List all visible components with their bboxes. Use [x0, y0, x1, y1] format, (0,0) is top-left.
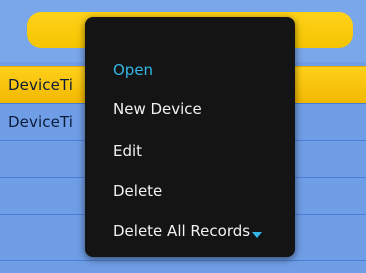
menu-item-delete[interactable]: Delete — [113, 182, 162, 200]
triangle-down-icon — [252, 232, 263, 238]
menu-item-open[interactable]: Open — [113, 61, 153, 79]
menu-item-label: Delete All Records — [113, 222, 251, 240]
list-divider — [0, 260, 366, 261]
menu-item-edit[interactable]: Edit — [113, 142, 142, 160]
app-screen: DeviceTi DeviceTi Open New Device Edit D… — [0, 0, 366, 273]
context-menu: Open New Device Edit Delete Delete All R… — [85, 17, 295, 257]
menu-item-new-device[interactable]: New Device — [113, 100, 202, 118]
menu-item-delete-all-records[interactable]: Delete All Records — [113, 222, 263, 240]
list-row-label: DeviceTi — [8, 113, 73, 131]
list-row-label: DeviceTi — [8, 76, 73, 94]
